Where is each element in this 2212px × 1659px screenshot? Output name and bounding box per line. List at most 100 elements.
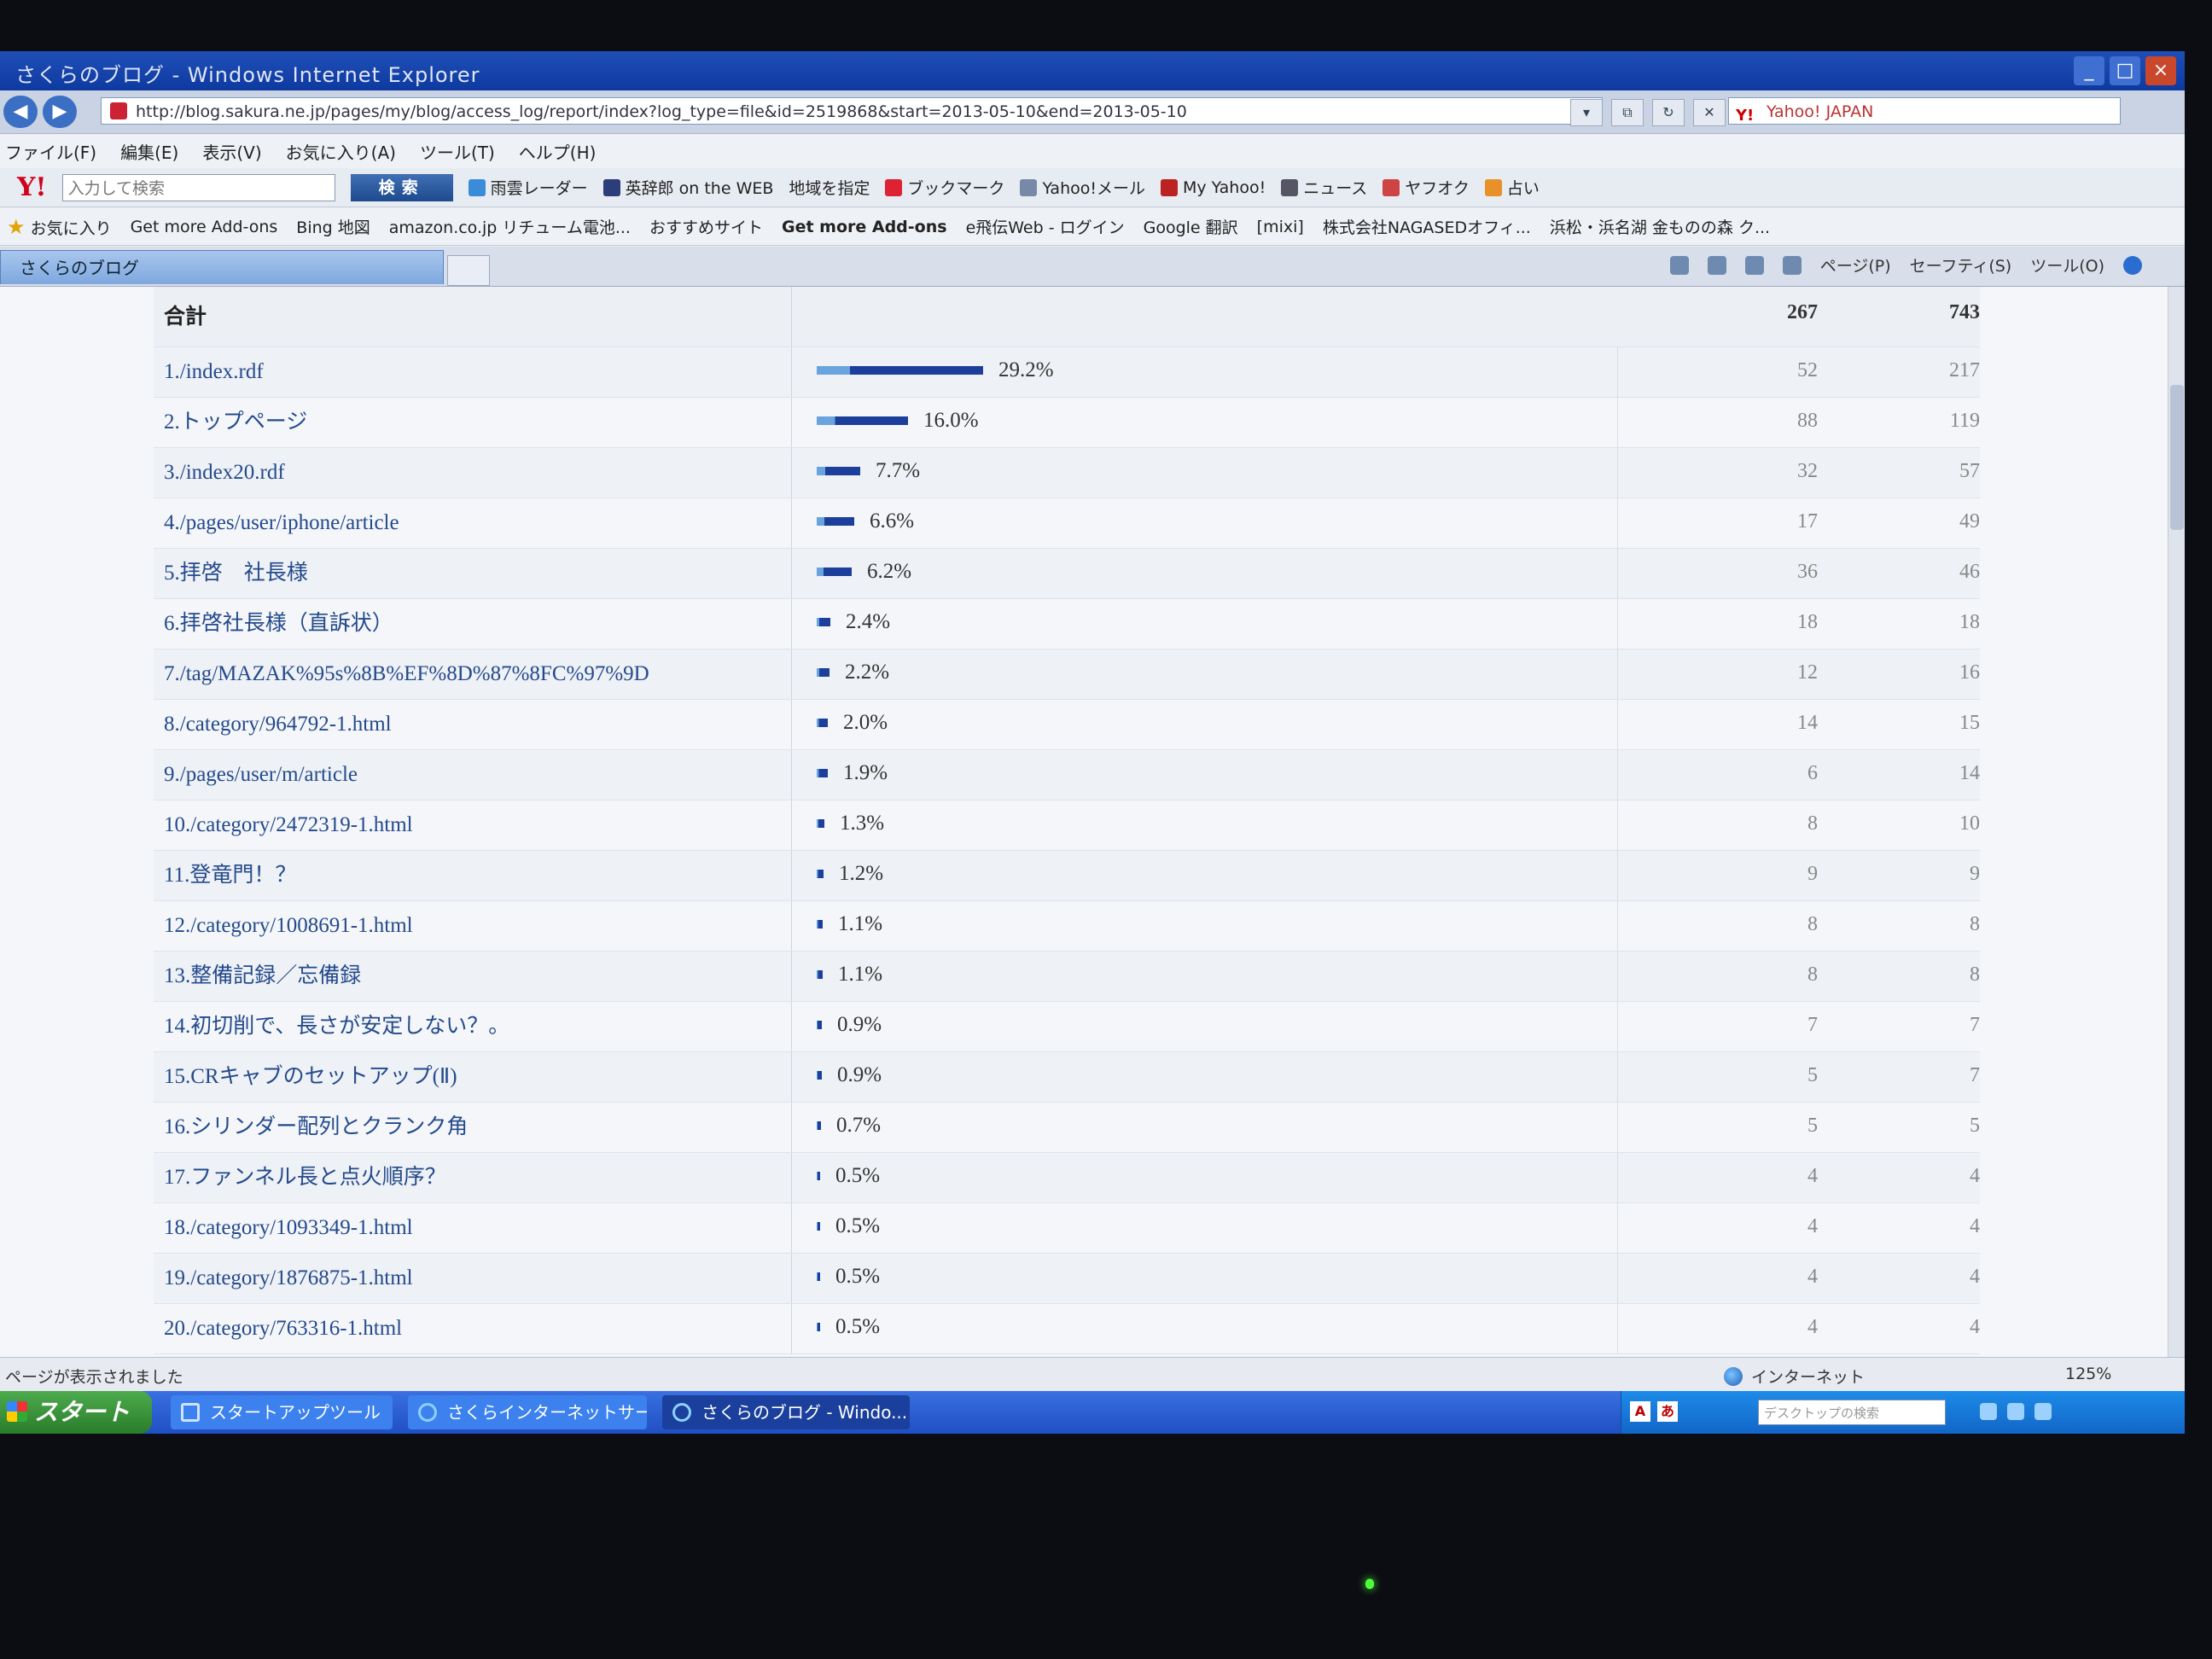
toolbar-item-rain-radar[interactable]: 雨雲レーダー bbox=[468, 176, 588, 199]
ie-icon bbox=[672, 1403, 691, 1422]
row-bar-cell: 0.5% bbox=[806, 1153, 1618, 1202]
row-page-link[interactable]: 7./tag/MAZAK%95s%8B%EF%8D%87%8FC%97%9D bbox=[164, 649, 792, 699]
row-page-link[interactable]: 18./category/1093349-1.html bbox=[164, 1203, 792, 1253]
row-page-link[interactable]: 16.シリンダー配列とクランク角 bbox=[164, 1103, 792, 1152]
task-startup-tool[interactable]: スタートアップツール bbox=[171, 1395, 393, 1429]
toolbar-item-bookmark[interactable]: ブックマーク bbox=[885, 176, 1004, 199]
dropdown-icon[interactable]: ▾ bbox=[1570, 99, 1603, 126]
compatibility-icon[interactable]: ⧉ bbox=[1611, 99, 1644, 126]
fav-link-recommended[interactable]: おすすめサイト bbox=[649, 215, 763, 238]
fav-link-amazon[interactable]: amazon.co.jp リチューム電池... bbox=[389, 215, 631, 238]
row-page-link[interactable]: 10./category/2472319-1.html bbox=[164, 800, 792, 850]
help-icon[interactable] bbox=[2123, 255, 2142, 275]
vertical-scrollbar[interactable] bbox=[2168, 287, 2185, 1357]
start-button[interactable]: スタート bbox=[0, 1391, 152, 1434]
row-percent: 1.2% bbox=[839, 862, 884, 885]
fav-link-google-translate[interactable]: Google 翻訳 bbox=[1144, 215, 1238, 238]
ime-icon[interactable]: A bbox=[1630, 1401, 1650, 1422]
fav-link-hamamatsu[interactable]: 浜松・浜名湖 金ものの森 ク... bbox=[1550, 215, 1770, 238]
tab-sakura-blog[interactable]: さくらのブログ bbox=[0, 250, 444, 284]
forward-arrow-icon[interactable]: ▶ bbox=[43, 96, 77, 128]
fav-link-bing-map[interactable]: Bing 地図 bbox=[296, 215, 370, 238]
row-page-link[interactable]: 13.整備記録／忘備録 bbox=[164, 952, 792, 1001]
zoom-level[interactable]: 125% bbox=[2065, 1365, 2111, 1383]
stop-icon[interactable]: ✕ bbox=[1693, 99, 1726, 126]
row-page-link[interactable]: 6.拝啓社長様（直訴状） bbox=[164, 599, 792, 649]
row-page-link[interactable]: 19./category/1876875-1.html bbox=[164, 1254, 792, 1303]
row-bar-cell: 2.0% bbox=[806, 700, 1618, 749]
menu-edit[interactable]: 編集(E) bbox=[120, 139, 178, 164]
row-page-link[interactable]: 12./category/1008691-1.html bbox=[164, 901, 792, 951]
mail-read-icon[interactable] bbox=[1744, 255, 1764, 275]
fav-link-addons[interactable]: Get more Add-ons bbox=[131, 218, 278, 236]
command-tools[interactable]: ツール(O) bbox=[2030, 253, 2104, 276]
row-bar bbox=[817, 970, 823, 979]
favorites-button[interactable]: ★ お気に入り bbox=[7, 215, 112, 239]
back-arrow-icon[interactable]: ◀ bbox=[3, 96, 38, 128]
row-col-a: 5 bbox=[1807, 1064, 1818, 1086]
menu-view[interactable]: 表示(V) bbox=[202, 139, 261, 164]
address-bar[interactable]: http://blog.sakura.ne.jp/pages/my/blog/a… bbox=[101, 97, 1603, 125]
toolbar-item-my-yahoo[interactable]: My Yahoo! bbox=[1160, 178, 1266, 197]
row-col-a: 32 bbox=[1797, 460, 1818, 482]
table-row: 14.初切削で、長さが安定しない？。 0.9% 7 7 bbox=[154, 1002, 1980, 1052]
toolbar-item-fortune[interactable]: 占い bbox=[1484, 176, 1540, 199]
ime-mode-icon[interactable]: あ bbox=[1657, 1401, 1678, 1422]
row-page-link[interactable]: 3./index20.rdf bbox=[164, 448, 792, 498]
toolbar-item-news[interactable]: ニュース bbox=[1281, 176, 1367, 199]
row-percent: 1.3% bbox=[840, 812, 885, 835]
security-icon[interactable] bbox=[2034, 1403, 2052, 1420]
minimize-button[interactable]: _ bbox=[2074, 56, 2104, 85]
row-col-a: 4 bbox=[1807, 1215, 1818, 1237]
task-sakura-blog[interactable]: さくらのブログ - Windo... bbox=[662, 1395, 910, 1429]
row-page-link[interactable]: 20./category/763316-1.html bbox=[164, 1304, 792, 1353]
total-label: 合計 bbox=[164, 287, 792, 346]
close-button[interactable]: × bbox=[2145, 56, 2176, 85]
row-page-link[interactable]: 1./index.rdf bbox=[164, 347, 792, 397]
toolbar-item-region[interactable]: 地域を指定 bbox=[789, 176, 870, 199]
table-row: 15.CRキャブのセットアップ(Ⅱ) 0.9% 5 7 bbox=[154, 1052, 1980, 1103]
yahoo-search-button[interactable]: 検索 bbox=[350, 173, 453, 201]
row-page-link[interactable]: 9./pages/user/m/article bbox=[164, 750, 792, 800]
address-row: ◀ ▶ http://blog.sakura.ne.jp/pages/my/bl… bbox=[0, 90, 2185, 134]
volume-icon[interactable] bbox=[2007, 1403, 2024, 1420]
menu-tools[interactable]: ツール(T) bbox=[420, 139, 495, 164]
menu-help[interactable]: ヘルプ(H) bbox=[519, 139, 597, 164]
row-page-link[interactable]: 11.登竜門！？ bbox=[164, 851, 792, 900]
row-page-link[interactable]: 15.CRキャブのセットアップ(Ⅱ) bbox=[164, 1052, 792, 1102]
toolbar-item-mail[interactable]: Yahoo!メール bbox=[1020, 176, 1145, 199]
home-icon[interactable] bbox=[1669, 255, 1689, 275]
print-icon[interactable] bbox=[1782, 255, 1802, 275]
task-sakura-internet[interactable]: さくらインターネットサー... bbox=[408, 1395, 647, 1429]
search-box[interactable]: Y! Yahoo! JAPAN bbox=[1728, 97, 2121, 125]
toolbar-item-eijiro[interactable]: 英辞郎 on the WEB bbox=[602, 176, 773, 199]
command-page[interactable]: ページ(P) bbox=[1820, 253, 1891, 276]
row-bar-cell: 0.7% bbox=[806, 1103, 1618, 1152]
yahoo-search-input[interactable]: 入力して検索 bbox=[61, 173, 335, 201]
yahoo-logo[interactable]: Y! bbox=[17, 172, 47, 202]
menu-file[interactable]: ファイル(F) bbox=[5, 139, 96, 164]
fav-link-company[interactable]: 株式会社NAGASEDオフィ... bbox=[1323, 215, 1531, 238]
row-page-link[interactable]: 4./pages/user/iphone/article bbox=[164, 498, 792, 548]
windows-flag-icon bbox=[7, 1401, 27, 1422]
row-col-a: 5 bbox=[1807, 1115, 1818, 1137]
maximize-button[interactable]: □ bbox=[2110, 56, 2140, 85]
fav-link-ehiden[interactable]: e飛伝Web - ログイン bbox=[966, 215, 1125, 238]
desktop-search-input[interactable]: デスクトップの検索 bbox=[1758, 1400, 1946, 1425]
row-page-link[interactable]: 2.トップページ bbox=[164, 398, 792, 447]
network-icon[interactable] bbox=[1980, 1403, 1997, 1420]
command-safety[interactable]: セーフティ(S) bbox=[1910, 253, 2012, 276]
fav-link-mixi[interactable]: [mixi] bbox=[1257, 218, 1304, 236]
refresh-icon[interactable]: ↻ bbox=[1652, 99, 1685, 126]
fav-link-addons-2[interactable]: Get more Add-ons bbox=[782, 218, 947, 236]
toolbar-item-auction[interactable]: ヤフオク bbox=[1382, 176, 1470, 199]
new-tab-button[interactable] bbox=[447, 255, 490, 286]
row-page-link[interactable]: 8./category/964792-1.html bbox=[164, 700, 792, 749]
scrollbar-thumb[interactable] bbox=[2170, 385, 2184, 530]
row-page-link[interactable]: 5.拝啓 社長様 bbox=[164, 549, 792, 598]
row-page-link[interactable]: 14.初切削で、長さが安定しない？。 bbox=[164, 1002, 792, 1051]
monitor-screen: さくらのブログ - Windows Internet Explorer _ □ … bbox=[0, 51, 2185, 1434]
feeds-icon[interactable] bbox=[1707, 255, 1726, 275]
row-page-link[interactable]: 17.ファンネル長と点火順序？ bbox=[164, 1153, 792, 1202]
menu-favorites[interactable]: お気に入り(A) bbox=[286, 139, 396, 164]
